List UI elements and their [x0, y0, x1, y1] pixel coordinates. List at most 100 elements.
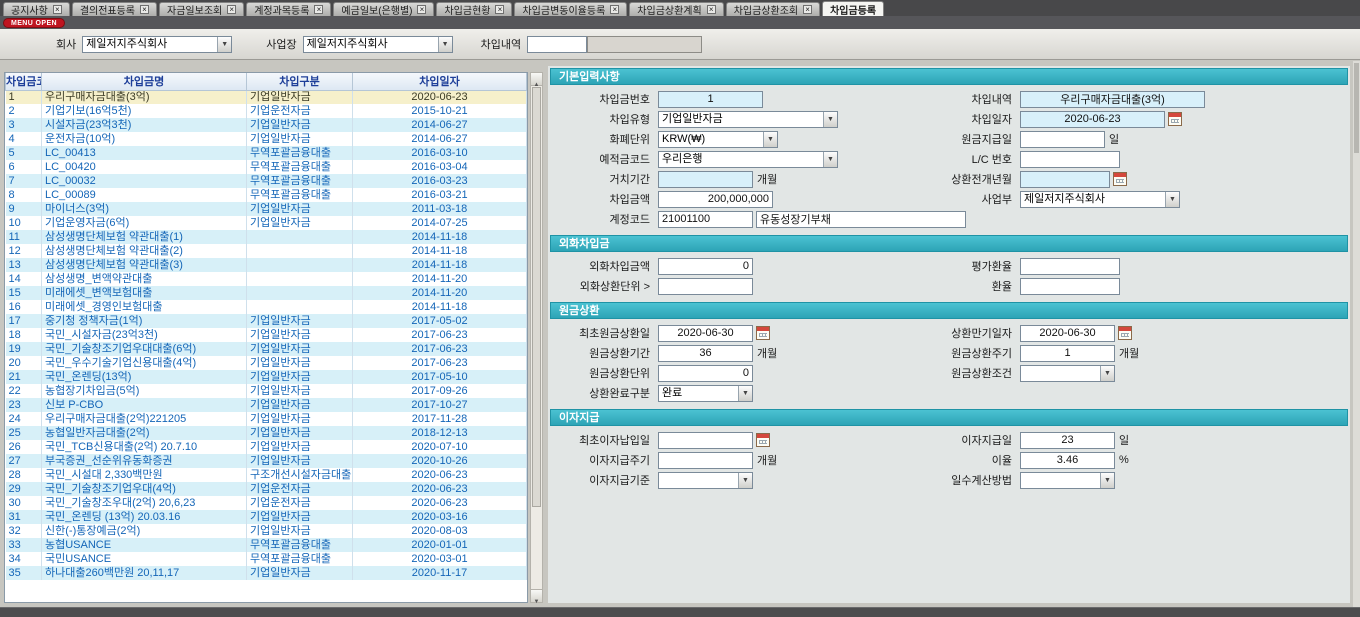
- tab-close-icon[interactable]: ×: [803, 5, 812, 14]
- calendar-icon[interactable]: [1113, 172, 1127, 186]
- loan-date-input[interactable]: [1020, 111, 1165, 128]
- table-row[interactable]: 35하나대출260백만원 20,11,17기업일반자금2020-11-17: [6, 566, 527, 580]
- site-select[interactable]: 제일저지주식회사: [303, 36, 453, 53]
- calendar-icon[interactable]: [756, 326, 770, 340]
- principal-pay-day-input[interactable]: [1020, 131, 1105, 148]
- account-code-input[interactable]: [658, 211, 753, 228]
- table-row[interactable]: 27부국증권_선순위유동화증권기업일반자금2020-10-26: [6, 454, 527, 468]
- before-repay-ym-input[interactable]: [1020, 171, 1110, 188]
- calendar-icon[interactable]: [756, 433, 770, 447]
- table-row[interactable]: 3시설자금(23억3천)기업일반자금2014-06-27: [6, 118, 527, 132]
- table-row[interactable]: 22농협장기차입금(5억)기업일반자금2017-09-26: [6, 384, 527, 398]
- table-row[interactable]: 10기업운영자금(6억)기업일반자금2014-07-25: [6, 216, 527, 230]
- grid-vertical-scrollbar[interactable]: [530, 72, 543, 603]
- deposit-code-select[interactable]: 우리은행: [658, 151, 838, 168]
- table-row[interactable]: 24우리구매자금대출(2억)221205기업일반자금2017-11-28: [6, 412, 527, 426]
- fx-eval-rate-input[interactable]: [1020, 258, 1120, 275]
- table-row[interactable]: 1우리구매자금대출(3억)기업일반자금2020-06-23: [6, 90, 527, 104]
- account-name-input[interactable]: [756, 211, 966, 228]
- column-header[interactable]: 차입구분: [247, 73, 353, 90]
- tab-close-icon[interactable]: ×: [314, 5, 323, 14]
- repay-complete-select[interactable]: 완료: [658, 385, 753, 402]
- table-row[interactable]: 19국민_기술창조기업우대대출(6억)기업일반자금2017-06-23: [6, 342, 527, 356]
- table-row[interactable]: 9마이너스(3억)기업일반자금2011-03-18: [6, 202, 527, 216]
- table-row[interactable]: 21국민_온렌딩(13억)기업일반자금2017-05-10: [6, 370, 527, 384]
- fx-amount-input[interactable]: [658, 258, 753, 275]
- repay-condition-select[interactable]: [1020, 365, 1115, 382]
- table-row[interactable]: 31국민_온렌딩 (13억) 20.03.16기업일반자금2020-03-16: [6, 510, 527, 524]
- fx-repay-unit-input[interactable]: [658, 278, 753, 295]
- table-row[interactable]: 20국민_우수기술기업신용대출(4억)기업일반자금2017-06-23: [6, 356, 527, 370]
- tab-item[interactable]: 자금일보조회×: [159, 2, 244, 16]
- tab-close-icon[interactable]: ×: [140, 5, 149, 14]
- tab-item[interactable]: 차입금변동이율등록×: [514, 2, 627, 16]
- tab-item[interactable]: 차입금상환계획×: [629, 2, 723, 16]
- repay-unit-input[interactable]: [658, 365, 753, 382]
- table-row[interactable]: 4운전자금(10억)기업일반자금2014-06-27: [6, 132, 527, 146]
- table-row[interactable]: 17중기청 정책자금(1억)기업일반자금2017-05-02: [6, 314, 527, 328]
- table-row[interactable]: 33농협USANCE무역포괄금융대출2020-01-01: [6, 538, 527, 552]
- fx-rate-input[interactable]: [1020, 278, 1120, 295]
- table-row[interactable]: 11삼성생명단체보험 약관대출(1)2014-11-18: [6, 230, 527, 244]
- first-repay-date-input[interactable]: [658, 325, 753, 342]
- table-row[interactable]: 15미래에셋_변액보험대출2014-11-20: [6, 286, 527, 300]
- table-row[interactable]: 25농협일반자금대출(2억)기업일반자금2018-12-13: [6, 426, 527, 440]
- tab-close-icon[interactable]: ×: [610, 5, 619, 14]
- loan-desc-filter-input[interactable]: [527, 36, 587, 53]
- scroll-thumb[interactable]: [1354, 63, 1359, 153]
- tab-active[interactable]: 차입금등록: [822, 1, 884, 16]
- scroll-down-icon[interactable]: [531, 589, 542, 602]
- table-row[interactable]: 26국민_TCB신용대출(2억) 20.7.10기업일반자금2020-07-10: [6, 440, 527, 454]
- scroll-up-icon[interactable]: [531, 73, 542, 86]
- loan-desc-filter-input-2[interactable]: [587, 36, 702, 53]
- column-header[interactable]: 차입일자: [353, 73, 527, 90]
- currency-select[interactable]: KRW(₩): [658, 131, 778, 148]
- repay-cycle-input[interactable]: [1020, 345, 1115, 362]
- table-row[interactable]: 23신보 P-CBO기업일반자금2017-10-27: [6, 398, 527, 412]
- table-row[interactable]: 2기업기보(16억5천)기업운전자금2015-10-21: [6, 104, 527, 118]
- day-count-method-select[interactable]: [1020, 472, 1115, 489]
- table-row[interactable]: 30국민_기술창조우대(2억) 20,6,23기업운전자금2020-06-23: [6, 496, 527, 510]
- repay-period-input[interactable]: [658, 345, 753, 362]
- tab-close-icon[interactable]: ×: [495, 5, 504, 14]
- tab-close-icon[interactable]: ×: [227, 5, 236, 14]
- tab-item[interactable]: 계정과목등록×: [246, 2, 331, 16]
- table-row[interactable]: 34국민USANCE무역포괄금융대출2020-03-01: [6, 552, 527, 566]
- loan-type-select[interactable]: 기업일반자금: [658, 111, 838, 128]
- company-select[interactable]: 제일저지주식회사: [82, 36, 232, 53]
- grace-period-input[interactable]: [658, 171, 753, 188]
- table-row[interactable]: 5LC_00413무역포괄금융대출2016-03-10: [6, 146, 527, 160]
- tab-item[interactable]: 차입금상환조회×: [726, 2, 820, 16]
- lc-no-input[interactable]: [1020, 151, 1120, 168]
- interest-cycle-input[interactable]: [658, 452, 753, 469]
- loan-amount-input[interactable]: [658, 191, 773, 208]
- table-row[interactable]: 18국민_시설자금(23억3천)기업일반자금2017-06-23: [6, 328, 527, 342]
- scroll-thumb[interactable]: [532, 87, 541, 507]
- menu-open-button[interactable]: MENU OPEN: [3, 18, 65, 28]
- tab-close-icon[interactable]: ×: [53, 5, 62, 14]
- column-header[interactable]: 차입금코드: [6, 73, 42, 90]
- tab-item[interactable]: 공지사항×: [3, 2, 70, 16]
- tab-close-icon[interactable]: ×: [707, 5, 716, 14]
- tab-item[interactable]: 차입금현황×: [436, 2, 512, 16]
- table-row[interactable]: 32신한(-)통장예금(2억)기업일반자금2020-08-03: [6, 524, 527, 538]
- table-row[interactable]: 8LC_00089무역포괄금융대출2016-03-21: [6, 188, 527, 202]
- tab-close-icon[interactable]: ×: [417, 5, 426, 14]
- loan-desc-input[interactable]: [1020, 91, 1205, 108]
- table-row[interactable]: 7LC_00032무역포괄금융대출2016-03-23: [6, 174, 527, 188]
- interest-rate-input[interactable]: [1020, 452, 1115, 469]
- table-row[interactable]: 12삼성생명단체보험 약관대출(2)2014-11-18: [6, 244, 527, 258]
- interest-pay-day-input[interactable]: [1020, 432, 1115, 449]
- window-vertical-scrollbar[interactable]: [1353, 61, 1360, 607]
- interest-basis-select[interactable]: [658, 472, 753, 489]
- biz-unit-select[interactable]: 제일저지주식회사: [1020, 191, 1180, 208]
- maturity-date-input[interactable]: [1020, 325, 1115, 342]
- loan-no-input[interactable]: [658, 91, 763, 108]
- column-header[interactable]: 차입금명: [42, 73, 247, 90]
- first-interest-date-input[interactable]: [658, 432, 753, 449]
- table-row[interactable]: 6LC_00420무역포괄금융대출2016-03-04: [6, 160, 527, 174]
- table-row[interactable]: 29국민_기술창조기업우대(4억)기업운전자금2020-06-23: [6, 482, 527, 496]
- table-row[interactable]: 28국민_시설대 2,330백만원구조개선시설자금대출2020-06-23: [6, 468, 527, 482]
- tab-item[interactable]: 결의전표등록×: [72, 2, 157, 16]
- tab-item[interactable]: 예금일보(은행별)×: [333, 2, 434, 16]
